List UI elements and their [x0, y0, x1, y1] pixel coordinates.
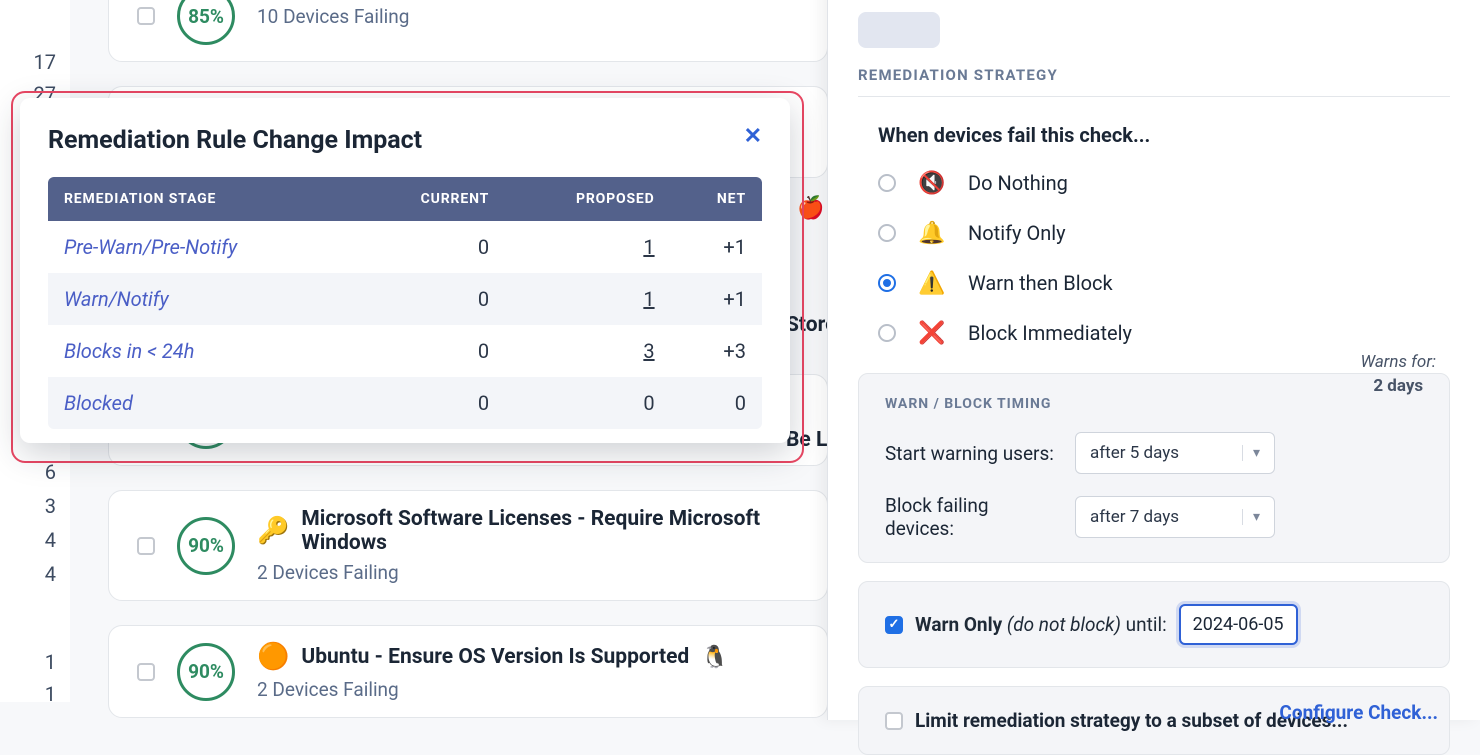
radio-button[interactable]: [878, 324, 896, 342]
status-chip[interactable]: [858, 12, 940, 48]
option-icon: ⚠️: [918, 269, 946, 297]
impact-table: REMEDIATION STAGE CURRENT PROPOSED NET P…: [48, 177, 762, 429]
chevron-down-icon: ▾: [1242, 509, 1260, 525]
option-label: Warn then Block: [968, 271, 1113, 295]
configure-check-link[interactable]: Configure Check...: [1279, 701, 1438, 724]
gutter-n: 3: [32, 494, 56, 518]
warns-for-note: Warns for: 2 days: [1360, 352, 1436, 396]
timing-header: WARN / BLOCK TIMING: [885, 396, 1423, 412]
check-card[interactable]: 90% 🔑 Microsoft Software Licenses - Requ…: [108, 490, 828, 601]
proposed-cell[interactable]: 0: [505, 377, 670, 429]
table-row: Warn/Notify01+1: [48, 273, 762, 325]
warn-only-tail: until:: [1126, 613, 1167, 636]
col-current: CURRENT: [355, 177, 505, 221]
current-cell: 0: [355, 325, 505, 377]
check-title: Microsoft Software Licenses - Require Mi…: [301, 507, 807, 555]
gutter-n: 1: [32, 682, 56, 706]
stage-cell[interactable]: Blocks in < 24h: [48, 325, 355, 377]
modal-title: Remediation Rule Change Impact: [48, 126, 422, 155]
timing-box: WARN / BLOCK TIMING Start warning users:…: [858, 373, 1450, 563]
col-stage: REMEDIATION STAGE: [48, 177, 355, 221]
warn-only-paren: (do not block): [1007, 613, 1121, 636]
option-icon: 🔔: [918, 219, 946, 247]
check-card[interactable]: 90% 🟠 Ubuntu - Ensure OS Version Is Supp…: [108, 625, 828, 718]
start-warn-value: after 5 days: [1090, 443, 1179, 463]
option-label: Block Immediately: [968, 321, 1132, 345]
chevron-down-icon: ▾: [1242, 445, 1260, 461]
gutter-n: 17: [32, 50, 56, 74]
table-row: Pre-Warn/Pre-Notify01+1: [48, 221, 762, 273]
col-proposed: PROPOSED: [505, 177, 670, 221]
proposed-cell[interactable]: 3: [505, 325, 670, 377]
option-icon: 🔇: [918, 169, 946, 197]
linux-icon: 🐧: [701, 645, 728, 670]
stage-cell[interactable]: Pre-Warn/Pre-Notify: [48, 221, 355, 273]
current-cell: 0: [355, 377, 505, 429]
strategy-option[interactable]: 🔔 Notify Only: [878, 219, 1450, 247]
select-checkbox[interactable]: [137, 7, 155, 25]
select-checkbox[interactable]: [137, 537, 155, 555]
table-row: Blocks in < 24h03+3: [48, 325, 762, 377]
proposed-cell[interactable]: 1: [505, 273, 670, 325]
gutter-n: 6: [32, 460, 56, 484]
radio-button[interactable]: [878, 174, 896, 192]
gutter-n: 4: [32, 562, 56, 586]
gutter-n: 1: [32, 650, 56, 674]
config-panel: REMEDIATION STRATEGY When devices fail t…: [827, 0, 1480, 720]
radio-button[interactable]: [878, 224, 896, 242]
option-label: Do Nothing: [968, 171, 1068, 195]
warn-only-date-input[interactable]: 2024-06-05: [1179, 604, 1298, 645]
radio-button[interactable]: [878, 274, 896, 292]
stage-cell[interactable]: Warn/Notify: [48, 273, 355, 325]
start-warn-label: Start warning users:: [885, 442, 1057, 465]
start-warn-select[interactable]: after 5 days ▾: [1075, 432, 1275, 474]
strategy-option[interactable]: ⚠️ Warn then Block: [878, 269, 1450, 297]
select-checkbox[interactable]: [137, 663, 155, 681]
table-row: Blocked000: [48, 377, 762, 429]
stage-cell[interactable]: Blocked: [48, 377, 355, 429]
current-cell: 0: [355, 221, 505, 273]
option-icon: ❌: [918, 319, 946, 347]
strategy-question: When devices fail this check...: [878, 123, 1450, 147]
truncated-text: Be L: [786, 428, 827, 452]
block-label: Block failing devices:: [885, 494, 1057, 540]
block-select[interactable]: after 7 days ▾: [1075, 496, 1275, 538]
apple-icon: 🍎: [797, 196, 824, 221]
net-cell: 0: [671, 377, 762, 429]
current-cell: 0: [355, 273, 505, 325]
pass-percent: 85%: [177, 0, 235, 45]
check-card[interactable]: 85% 10 Devices Failing: [108, 0, 828, 62]
proposed-cell[interactable]: 1: [505, 221, 670, 273]
section-header: REMEDIATION STRATEGY: [858, 66, 1450, 97]
warn-only-checkbox[interactable]: ✓: [885, 616, 903, 634]
failing-count: 2 Devices Failing: [257, 678, 729, 701]
strategy-option[interactable]: 🔇 Do Nothing: [878, 169, 1450, 197]
check-title: Ubuntu - Ensure OS Version Is Supported: [301, 645, 689, 669]
limit-checkbox[interactable]: [885, 712, 903, 730]
warn-only-box: ✓ Warn Only (do not block) until: 2024-0…: [858, 581, 1450, 668]
failing-count: 10 Devices Failing: [257, 5, 409, 28]
strategy-option[interactable]: ❌ Block Immediately: [878, 319, 1450, 347]
pass-percent: 90%: [177, 643, 235, 701]
net-cell: +1: [671, 273, 762, 325]
close-icon[interactable]: ✕: [744, 126, 762, 148]
key-icon: 🔑: [257, 516, 289, 546]
net-cell: +3: [671, 325, 762, 377]
option-label: Notify Only: [968, 221, 1066, 245]
net-cell: +1: [671, 221, 762, 273]
warn-only-label: Warn Only: [915, 613, 1002, 636]
impact-modal: Remediation Rule Change Impact ✕ REMEDIA…: [20, 98, 790, 443]
failing-count: 2 Devices Failing: [257, 561, 807, 584]
col-net: NET: [671, 177, 762, 221]
gutter-n: 4: [32, 528, 56, 552]
ubuntu-icon: 🟠: [257, 642, 289, 672]
block-value: after 7 days: [1090, 507, 1179, 527]
pass-percent: 90%: [177, 517, 235, 575]
